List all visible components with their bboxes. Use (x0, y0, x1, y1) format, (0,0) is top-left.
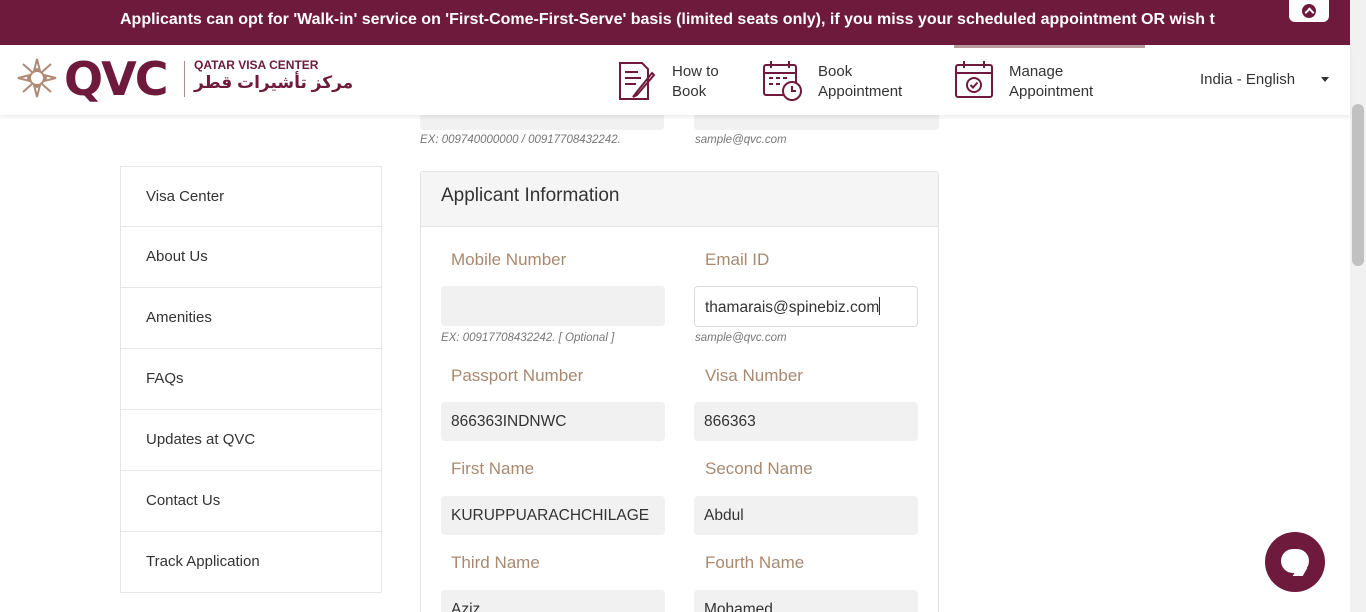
nav-book-line2: Appointment (818, 83, 903, 100)
sidebar-item-about-us[interactable]: About Us (120, 227, 382, 288)
sidebar-item-faqs[interactable]: FAQs (120, 349, 382, 410)
email-hint: sample@qvc.com (695, 134, 787, 146)
nav-manage-line1: Manage (1009, 63, 1064, 80)
first-name-input[interactable]: KURUPPUARACHCHILAGE (441, 496, 665, 535)
announcement-bar: Applicants can opt for 'Walk-in' service… (0, 0, 1350, 45)
nav-manage-line2: Appointment (1009, 83, 1094, 100)
announcement-marquee: Applicants can opt for 'Walk-in' service… (0, 0, 1215, 45)
announcement-text: Applicants can opt for 'Walk-in' service… (120, 11, 1215, 28)
email-input-value: thamarais@spinebiz.com (705, 299, 880, 316)
sidebar-item-label: Contact Us (146, 492, 221, 509)
nav-active-indicator (954, 45, 1145, 48)
calendar-clock-icon (763, 61, 802, 101)
sidebar-item-label: About Us (146, 248, 208, 265)
scrollbar-thumb[interactable] (1352, 104, 1364, 266)
email-field-hint: sample@qvc.com (695, 332, 787, 344)
sidebar-item-updates[interactable]: Updates at QVC (120, 410, 382, 471)
mobile-input[interactable] (441, 286, 665, 326)
visa-input[interactable]: 866363 (694, 402, 918, 441)
third-name-label: Third Name (451, 553, 540, 572)
scroll-top-button[interactable] (1289, 0, 1329, 22)
fourth-name-input[interactable]: Mohamed (694, 590, 918, 612)
sidebar-item-amenities[interactable]: Amenities (120, 288, 382, 349)
applicant-panel: Applicant Information Mobile Number Emai… (420, 171, 939, 612)
panel-header: Applicant Information (421, 172, 938, 227)
chevron-up-icon (1302, 4, 1316, 18)
passport-label: Passport Number (451, 366, 584, 385)
second-name-label: Second Name (705, 459, 813, 478)
sidebar-item-label: FAQs (146, 370, 184, 387)
fourth-name-label: Fourth Name (705, 553, 805, 572)
first-name-label: First Name (451, 459, 535, 478)
nav-book-line1: Book (818, 63, 853, 80)
sidebar-item-label: Amenities (146, 309, 212, 326)
logo-divider (184, 61, 185, 97)
chat-button[interactable] (1265, 532, 1325, 592)
site-header: QVC QATAR VISA CENTER مركز تأشيرات قطر H… (0, 45, 1350, 115)
sidebar-item-visa-center[interactable]: Visa Center (120, 166, 382, 227)
second-name-input[interactable]: Abdul (694, 496, 918, 535)
third-name-input[interactable]: Aziz (441, 590, 665, 612)
phone-hint: EX: 009740000000 / 00917708432242. (420, 134, 621, 146)
sidebar-item-label: Track Application (146, 553, 260, 570)
mobile-label: Mobile Number (451, 250, 567, 269)
sidebar-item-label: Visa Center (146, 188, 225, 205)
email-label: Email ID (705, 250, 770, 269)
passport-input[interactable]: 866363INDNWC (441, 402, 665, 441)
nav-book-label: Book Appointment (818, 62, 938, 102)
sidebar-item-contact-us[interactable]: Contact Us (120, 471, 382, 532)
caret-down-icon[interactable] (1321, 77, 1329, 82)
logo-arabic: مركز تأشيرات قطر (194, 73, 354, 92)
document-pen-icon (619, 62, 656, 100)
logo-english: QATAR VISA CENTER (194, 58, 319, 72)
qvc-emblem-icon (17, 58, 57, 98)
page-scrollbar[interactable] (1350, 0, 1366, 612)
language-selector[interactable]: India - English (1200, 71, 1295, 88)
email-input[interactable]: thamarais@spinebiz.com (694, 286, 918, 327)
nav-manage-label: Manage Appointment (1009, 62, 1129, 102)
sidebar: Visa Center About Us Amenities FAQs Upda… (120, 166, 382, 593)
visa-label: Visa Number (705, 366, 803, 385)
calendar-check-icon (955, 61, 993, 98)
panel-title: Applicant Information (441, 185, 620, 206)
text-caret (879, 297, 881, 315)
sidebar-item-label: Updates at QVC (146, 431, 256, 448)
sidebar-item-track-application[interactable]: Track Application (120, 532, 382, 593)
mobile-hint: EX: 00917708432242. [ Optional ] (441, 332, 615, 344)
logo-wordmark[interactable]: QVC (64, 51, 168, 107)
